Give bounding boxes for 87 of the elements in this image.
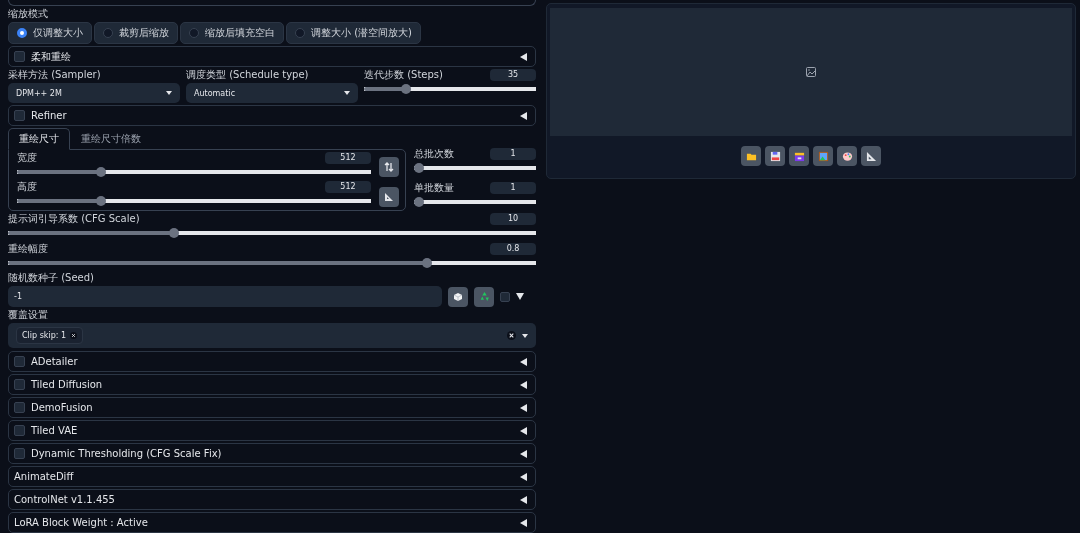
collapse-icon[interactable]: [520, 111, 527, 120]
close-icon[interactable]: [70, 332, 78, 339]
tab[interactable]: 重绘尺寸倍数: [70, 128, 152, 150]
caret-icon: [522, 333, 528, 338]
accordion-header[interactable]: DemoFusion: [8, 397, 536, 418]
accordion-header[interactable]: Refiner: [8, 105, 536, 126]
accordion-header[interactable]: Dynamic Thresholding (CFG Scale Fix): [8, 443, 536, 464]
triangle-ruler-icon: [865, 150, 877, 162]
archive-icon: [793, 150, 805, 162]
toolbar-button[interactable]: [813, 146, 833, 166]
slider-thumb[interactable]: [401, 84, 412, 94]
tab[interactable]: 重绘尺寸: [8, 128, 70, 150]
number-field[interactable]: 35: [490, 69, 536, 81]
slider-label: 高度: [17, 180, 37, 193]
toolbar-button[interactable]: [765, 146, 785, 166]
accordion-header[interactable]: LoRA Block Weight : Active: [8, 512, 536, 533]
slider-thumb[interactable]: [422, 257, 433, 268]
slider-thumb[interactable]: [168, 228, 179, 238]
slider-thumb[interactable]: [96, 195, 107, 206]
number-field[interactable]: 512: [325, 180, 371, 193]
collapse-icon[interactable]: [520, 403, 527, 412]
dropdown-label: 采样方法 (Sampler): [8, 69, 102, 81]
collapse-icon[interactable]: [520, 426, 527, 435]
recycle-icon[interactable]: [474, 286, 494, 307]
caret-icon: [166, 91, 172, 95]
number-field[interactable]: 512: [325, 152, 371, 164]
sampler-dropdown[interactable]: DPM++ 2M: [8, 83, 180, 103]
slider-label: 迭代步数 (Steps): [364, 69, 443, 81]
toolbar-button[interactable]: [837, 146, 857, 166]
checkbox[interactable]: [500, 291, 510, 302]
accordion-header[interactable]: ADetailer: [8, 351, 536, 372]
collapse-icon[interactable]: [520, 380, 527, 389]
close-icon[interactable]: [507, 331, 516, 340]
checkbox[interactable]: [14, 110, 25, 121]
toolbar-button[interactable]: [741, 146, 761, 166]
slider-label: 单批数量: [414, 181, 454, 194]
radio-option[interactable]: 仅调整大小: [8, 22, 92, 44]
accordion-header[interactable]: ControlNet v1.1.455: [8, 489, 536, 510]
seed-field[interactable]: -1: [8, 286, 442, 307]
swap-icon[interactable]: [379, 157, 399, 177]
toolbar-button[interactable]: [861, 146, 881, 166]
slider-label: 总批次数: [414, 148, 454, 160]
collapse-icon[interactable]: [520, 357, 527, 366]
checkbox[interactable]: [14, 51, 25, 62]
slider[interactable]: [414, 163, 536, 173]
collapse-icon[interactable]: [520, 518, 527, 527]
slider-label: 宽度: [17, 152, 37, 164]
toolbar-button[interactable]: [789, 146, 809, 166]
collapse-icon[interactable]: [520, 495, 527, 504]
palette-icon: [841, 150, 853, 162]
image-icon: [806, 67, 816, 77]
checkbox[interactable]: [14, 448, 25, 459]
accordion-header[interactable]: Tiled VAE: [8, 420, 536, 441]
number-field[interactable]: 1: [490, 148, 536, 160]
field-label: 随机数种子 (Seed): [8, 272, 95, 284]
checkbox[interactable]: [14, 402, 25, 413]
section-label: 缩放模式: [8, 8, 49, 20]
field-label: 覆盖设置: [8, 309, 49, 321]
radio-option[interactable]: 调整大小 (潜空间放大): [286, 22, 421, 44]
checkbox[interactable]: [14, 425, 25, 436]
override-field[interactable]: Clip skip: 1: [8, 323, 536, 348]
dice-icon[interactable]: [448, 286, 468, 307]
number-field[interactable]: 0.8: [490, 242, 536, 255]
slider-label: 提示词引导系数 (CFG Scale): [8, 213, 140, 225]
caret-icon: [344, 91, 350, 95]
slider-thumb[interactable]: [414, 163, 424, 173]
collapse-icon[interactable]: [520, 472, 527, 481]
slider-label: 重绘幅度: [8, 242, 48, 255]
radio-option[interactable]: 裁剪后缩放: [94, 22, 178, 44]
tag-chip[interactable]: Clip skip: 1: [16, 327, 84, 344]
collapse-icon[interactable]: [520, 449, 527, 458]
collapse-icon[interactable]: [520, 52, 527, 61]
checkbox[interactable]: [14, 356, 25, 367]
checkbox[interactable]: [14, 379, 25, 390]
slider-thumb[interactable]: [96, 167, 107, 177]
accordion-header[interactable]: AnimateDiff: [8, 466, 536, 487]
accordion-header[interactable]: 柔和重绘: [8, 46, 536, 67]
slider-thumb[interactable]: [414, 196, 424, 207]
number-field[interactable]: 1: [490, 181, 536, 194]
radio-option[interactable]: 缩放后填充空白: [180, 22, 284, 44]
schedule-dropdown[interactable]: Automatic: [186, 83, 358, 103]
accordion-header[interactable]: Tiled Diffusion: [8, 374, 536, 395]
dropdown-label: 调度类型 (Schedule type): [186, 69, 310, 81]
caret-icon[interactable]: [516, 293, 524, 300]
number-field[interactable]: 10: [490, 213, 536, 225]
triangle-ruler-icon[interactable]: [379, 187, 399, 207]
picture-icon: [817, 150, 829, 162]
